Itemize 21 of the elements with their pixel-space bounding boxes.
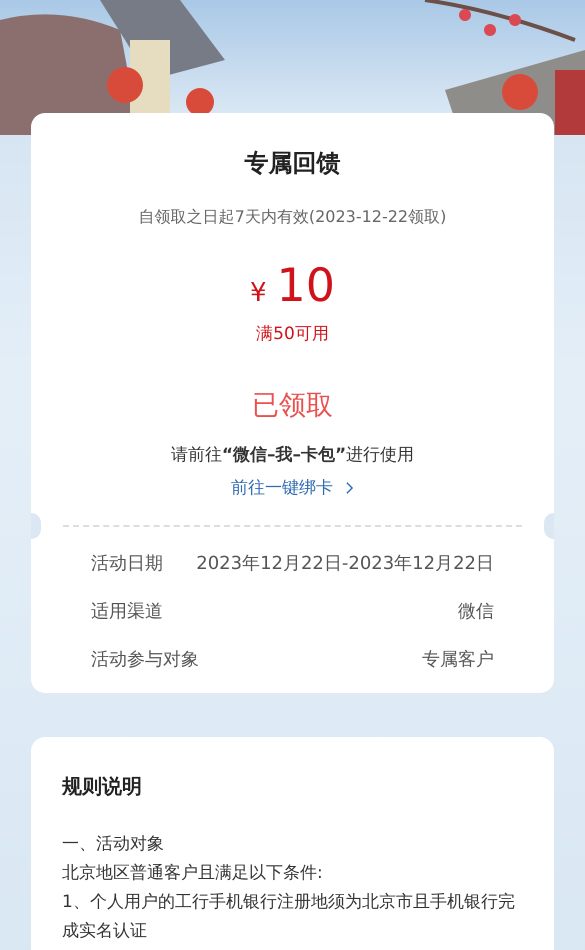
ticket-notch	[544, 513, 554, 539]
claimed-status: 已领取	[252, 389, 333, 423]
rules-title: 规则说明	[62, 773, 143, 800]
rules-paragraph: 北京地区普通客户且满足以下条件:	[62, 862, 324, 885]
detail-value: 专属客户	[422, 648, 494, 671]
detail-label: 活动参与对象	[91, 648, 199, 671]
detail-label: 适用渠道	[91, 600, 163, 623]
coupon-title: 专属回馈	[244, 148, 340, 179]
rules-paragraph: 一、活动对象	[62, 833, 165, 856]
detail-value: 微信	[458, 600, 494, 623]
rules-paragraph: 1、个人用户的工行手机银行注册地须为北京市且手机银行完成实名认证	[62, 891, 516, 943]
bind-card-link[interactable]: 前往一键绑卡	[231, 476, 354, 499]
instruction-text: 请前往“微信–我–卡包”进行使用	[170, 444, 414, 466]
ticket-notch	[31, 513, 41, 539]
detail-value: 2023年12月22日-2023年12月22日	[196, 552, 494, 575]
detail-label: 活动日期	[91, 552, 163, 575]
coupon-amount: 10	[276, 262, 336, 308]
usage-condition: 满50可用	[256, 323, 329, 345]
chevron-right-icon	[345, 480, 354, 494]
currency-symbol: ¥	[250, 278, 266, 308]
validity-text: 自领取之日起7天内有效(2023-12-22领取)	[138, 207, 446, 228]
